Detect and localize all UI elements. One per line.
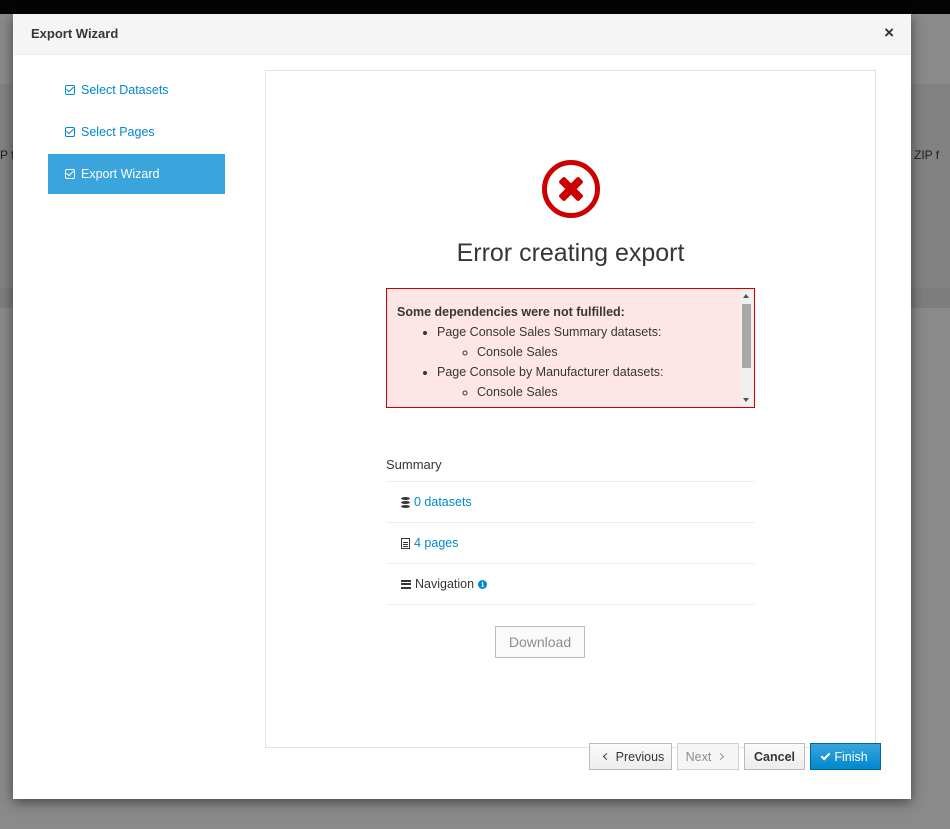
- error-box-scrollbar[interactable]: [740, 290, 753, 406]
- finish-label: Finish: [834, 749, 868, 764]
- pages-link[interactable]: 4 pages: [414, 536, 458, 550]
- check-square-icon: [65, 85, 75, 95]
- dependency-list: Page Console Sales Summary datasets: Con…: [397, 322, 736, 402]
- export-wizard-modal: Export Wizard × Select Datasets Select P…: [13, 14, 911, 799]
- dependency-page: Page Console Sales Summary datasets:: [437, 325, 662, 339]
- background-top-bar: [0, 0, 950, 14]
- step-select-pages[interactable]: Select Pages: [48, 112, 225, 152]
- list-item: Page Console by Manufacturer datasets: C…: [437, 362, 736, 402]
- modal-header: Export Wizard ×: [13, 14, 911, 55]
- step-label: Select Pages: [81, 125, 155, 139]
- chevron-left-icon: [602, 752, 610, 761]
- step-export-wizard[interactable]: Export Wizard: [48, 154, 225, 194]
- wizard-steps: Select Datasets Select Pages Export Wiza…: [48, 70, 225, 196]
- datasets-link[interactable]: 0 datasets: [414, 495, 472, 509]
- summary-row-pages: 4 pages: [386, 523, 755, 564]
- download-button[interactable]: Download: [495, 626, 585, 658]
- info-icon[interactable]: i: [478, 579, 488, 589]
- modal-title: Export Wizard: [31, 26, 119, 41]
- step-label: Export Wizard: [81, 167, 160, 181]
- next-button[interactable]: Next: [677, 743, 739, 770]
- finish-button[interactable]: Finish: [810, 743, 881, 770]
- step-label: Select Datasets: [81, 83, 169, 97]
- summary-row-datasets: 0 datasets: [386, 482, 755, 523]
- check-icon: [820, 750, 831, 760]
- error-heading: Some dependencies were not fulfilled:: [397, 305, 625, 319]
- bars-icon: [401, 579, 411, 589]
- scroll-up-icon[interactable]: [743, 294, 749, 298]
- step-select-datasets[interactable]: Select Datasets: [48, 70, 225, 110]
- error-title: Error creating export: [456, 239, 685, 267]
- summary-list: 0 datasets 4 pages Navigation i: [386, 481, 755, 605]
- file-text-icon: [401, 537, 410, 549]
- list-item: Console Sales: [477, 382, 736, 402]
- previous-button[interactable]: Previous: [589, 743, 672, 770]
- check-square-icon: [65, 169, 75, 179]
- cancel-button[interactable]: Cancel: [744, 743, 805, 770]
- check-square-icon: [65, 127, 75, 137]
- chevron-right-icon: [717, 752, 725, 761]
- scrollbar-thumb[interactable]: [742, 304, 751, 368]
- dependency-page: Page Console by Manufacturer datasets:: [437, 365, 664, 379]
- error-details-box[interactable]: Some dependencies were not fulfilled: Pa…: [386, 288, 755, 408]
- summary-row-navigation: Navigation i: [386, 564, 755, 605]
- wizard-content: Error creating export Some dependencies …: [265, 70, 876, 748]
- summary-label: Summary: [386, 457, 442, 472]
- close-icon[interactable]: ×: [884, 24, 894, 41]
- next-label: Next: [685, 749, 712, 764]
- navigation-label: Navigation: [415, 577, 475, 591]
- list-item: Page Console Sales Summary datasets: Con…: [437, 322, 736, 362]
- database-icon: [401, 496, 410, 508]
- error-circle-icon: [542, 160, 600, 218]
- previous-label: Previous: [615, 749, 665, 764]
- scroll-down-icon[interactable]: [743, 398, 749, 402]
- list-item: Console Sales: [477, 342, 736, 362]
